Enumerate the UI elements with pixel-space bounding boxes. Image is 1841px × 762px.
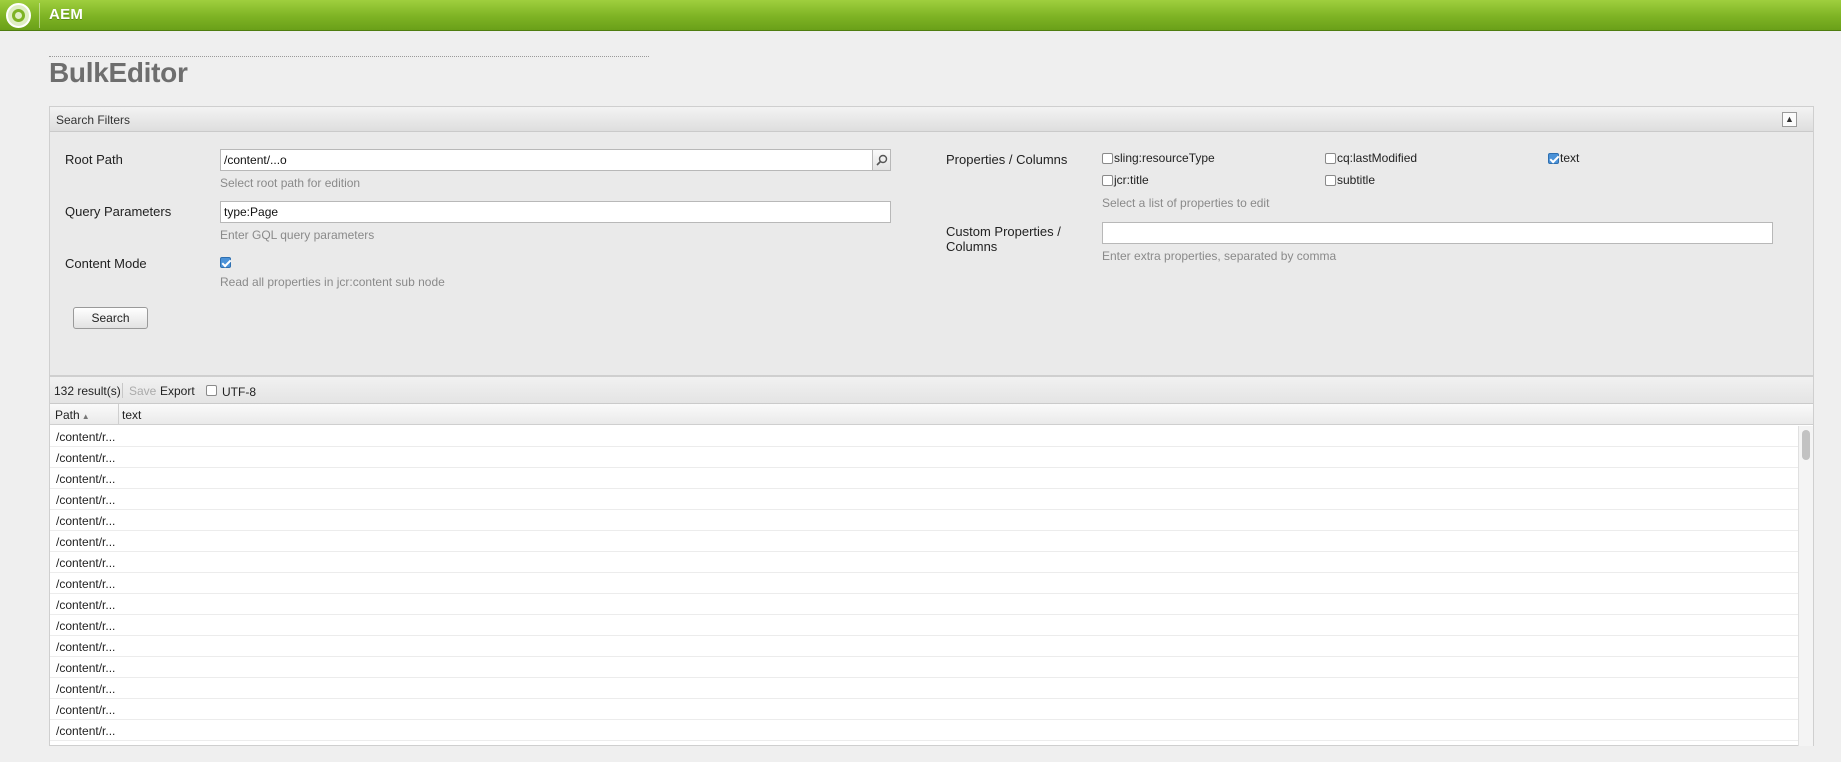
vertical-scrollbar[interactable] (1798, 426, 1813, 746)
table-row[interactable]: /content/r... (50, 657, 1799, 678)
content-mode-checkbox[interactable] (220, 257, 231, 268)
search-button[interactable]: Search (73, 307, 148, 329)
export-button[interactable]: Export (160, 384, 195, 398)
custom-properties-label-line1: Custom Properties / (946, 224, 1061, 239)
table-row[interactable]: /content/r... (50, 447, 1799, 468)
root-path-hint: Select root path for edition (220, 176, 361, 190)
table-row[interactable]: /content/r... (50, 531, 1799, 552)
property-label-cq-lastmodified: cq:lastModified (1337, 151, 1418, 165)
table-row[interactable]: /content/r... (50, 594, 1799, 615)
property-label-subtitle: subtitle (1337, 173, 1376, 187)
property-checkbox-subtitle[interactable] (1325, 175, 1336, 186)
property-label-sling-resourcetype: sling:resourceType (1114, 151, 1215, 165)
column-header-text[interactable]: text (122, 408, 141, 422)
results-toolbar: 132 result(s) Save Export UTF-8 (50, 377, 1813, 404)
properties-hint: Select a list of properties to edit (1102, 196, 1270, 210)
app-title[interactable]: AEM (49, 6, 83, 23)
table-row[interactable]: /content/r... (50, 573, 1799, 594)
aem-logo-icon[interactable] (6, 3, 31, 28)
custom-properties-label: Custom Properties / Columns (946, 224, 1061, 254)
custom-properties-label-line2: Columns (946, 239, 998, 254)
scrollbar-thumb[interactable] (1802, 430, 1810, 460)
table-row[interactable]: /content/r... (50, 468, 1799, 489)
root-path-browse-button[interactable] (872, 149, 891, 171)
table-row[interactable]: /content/r... (50, 678, 1799, 699)
sort-asc-icon: ▲ (81, 412, 90, 421)
save-button[interactable]: Save (129, 384, 156, 398)
panel-header: Search Filters (50, 107, 1813, 132)
custom-properties-hint: Enter extra properties, separated by com… (1102, 249, 1337, 263)
property-checkbox-sling-resourcetype[interactable] (1102, 153, 1113, 164)
grid-header: Path ▲ text (50, 404, 1813, 425)
column-header-path[interactable]: Path ▲ (50, 404, 119, 424)
root-path-input[interactable] (220, 149, 873, 171)
table-row[interactable]: /content/r... (50, 636, 1799, 657)
query-params-hint: Enter GQL query parameters (220, 228, 375, 242)
utf8-label: UTF-8 (222, 385, 256, 399)
property-label-jcr-title: jcr:title (1114, 173, 1149, 187)
toolbar-separator (122, 383, 123, 398)
property-checkbox-jcr-title[interactable] (1102, 175, 1113, 186)
top-bar: AEM (0, 0, 1841, 31)
topbar-divider (39, 3, 40, 28)
root-path-label: Root Path (65, 152, 123, 167)
table-row[interactable]: /content/r... (50, 426, 1799, 447)
property-label-text: text (1560, 151, 1580, 165)
content-mode-label: Content Mode (65, 256, 147, 271)
results-grid: 132 result(s) Save Export UTF-8 Path ▲ te… (49, 376, 1814, 746)
utf8-checkbox[interactable] (206, 385, 217, 396)
query-params-input[interactable] (220, 201, 891, 223)
table-row[interactable]: /content/r... (50, 615, 1799, 636)
property-checkbox-text[interactable] (1548, 153, 1559, 164)
page-title: BulkEditor (49, 57, 188, 88)
content-mode-hint: Read all properties in jcr:content sub n… (220, 275, 445, 289)
results-count: 132 result(s) (54, 384, 121, 398)
table-row[interactable]: /content/r... (50, 699, 1799, 720)
table-row[interactable]: /content/r... (50, 510, 1799, 531)
table-row[interactable]: /content/r... (50, 720, 1799, 741)
custom-properties-input[interactable] (1102, 222, 1773, 244)
search-filters-panel: Search Filters ▲ Root Path Select root p… (49, 106, 1814, 376)
search-icon (875, 154, 887, 166)
grid-rows: /content/r... /content/r... /content/r..… (50, 426, 1799, 741)
property-checkbox-cq-lastmodified[interactable] (1325, 153, 1336, 164)
column-header-path-label: Path (55, 408, 80, 422)
panel-title: Search Filters (56, 113, 131, 127)
table-row[interactable]: /content/r... (50, 552, 1799, 573)
properties-label: Properties / Columns (946, 152, 1068, 167)
query-params-label: Query Parameters (65, 204, 172, 219)
table-row[interactable]: /content/r... (50, 489, 1799, 510)
collapse-icon[interactable]: ▲ (1782, 112, 1797, 127)
